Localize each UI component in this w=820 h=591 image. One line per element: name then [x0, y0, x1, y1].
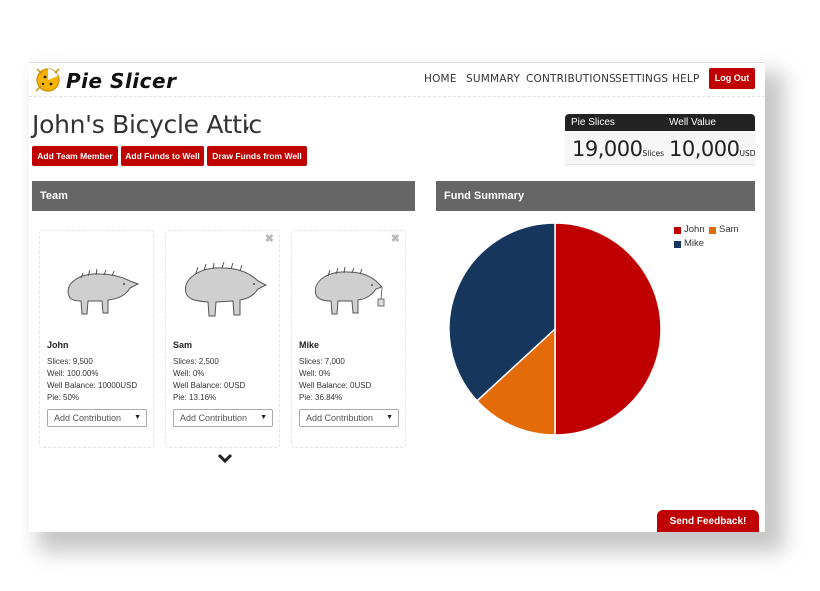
member-pie: Pie: 36.84% [299, 393, 343, 402]
company-title[interactable]: John's Bicycle Attic [32, 110, 262, 139]
add-contribution-select[interactable]: Add Contribution ▼ [173, 409, 273, 427]
add-funds-button[interactable]: Add Funds to Well [121, 146, 204, 166]
member-card: John Slices: 9,500 Well: 100.00% Well Ba… [39, 230, 154, 448]
top-navbar: Pie Slicer HOME SUMMARY CONTRIBUTIONS SE… [29, 63, 765, 97]
app-window: Pie Slicer HOME SUMMARY CONTRIBUTIONS SE… [29, 62, 765, 532]
add-contribution-select[interactable]: Add Contribution ▼ [299, 409, 399, 427]
well-value-stat: 10,000USD [669, 137, 756, 161]
member-well: Well: 0% [299, 369, 331, 378]
member-name: Sam [173, 340, 193, 350]
anteater-avatar-icon [314, 266, 385, 315]
add-team-member-button[interactable]: Add Team Member [32, 146, 118, 166]
nav-help[interactable]: HELP [672, 73, 700, 85]
well-value-value: 10,000 [669, 137, 740, 161]
well-value-label: Well Value [669, 117, 716, 128]
legend-swatch-sam [709, 227, 716, 234]
pie-slices-label: Pie Slices [571, 117, 615, 128]
member-card: ✖ Mike Slices: 7,000 Well: 0% Well Balan… [291, 230, 406, 448]
dropdown-arrow-icon: ▼ [386, 414, 393, 421]
member-balance: Well Balance: 10000USD [47, 381, 138, 390]
well-value-unit: USD [739, 149, 756, 158]
nav-contributions[interactable]: CONTRIBUTIONS [526, 73, 616, 85]
member-slices: Slices: 7,000 [299, 357, 345, 366]
member-pie: Pie: 13.16% [173, 393, 217, 402]
chevron-down-icon[interactable] [217, 453, 233, 465]
nav-home[interactable]: HOME [424, 73, 457, 85]
member-slices: Slices: 2,500 [173, 357, 219, 366]
pie-logo-icon[interactable] [33, 65, 63, 95]
logout-button[interactable]: Log Out [709, 68, 755, 89]
member-well: Well: 100.00% [47, 369, 99, 378]
member-slices: Slices: 9,500 [47, 357, 93, 366]
member-balance: Well Balance: 0USD [173, 381, 246, 390]
legend-swatch-john [674, 227, 681, 234]
anteater-avatar-icon [184, 261, 268, 317]
add-contribution-select[interactable]: Add Contribution ▼ [47, 409, 147, 427]
stats-header: Pie Slices Well Value [565, 114, 755, 131]
fund-summary-header: Fund Summary [436, 181, 755, 211]
nav-settings[interactable]: SETTINGS [615, 73, 668, 85]
stats-values: 19,000Slices 10,000USD [565, 131, 756, 165]
pie-slices-value: 19,000 [572, 137, 643, 161]
dropdown-arrow-icon: ▼ [260, 414, 267, 421]
draw-funds-button[interactable]: Draw Funds from Well [207, 146, 307, 166]
select-value: Add Contribution [306, 413, 374, 423]
select-value: Add Contribution [180, 413, 248, 423]
legend-label-mike: Mike [684, 238, 705, 249]
anteater-avatar-icon [67, 268, 140, 315]
member-pie: Pie: 50% [47, 393, 80, 402]
legend-swatch-mike [674, 241, 681, 248]
legend-label-john: John [684, 224, 705, 235]
pie-slices-unit: Slices [642, 149, 665, 158]
fund-pie-chart[interactable] [444, 218, 669, 443]
pie-slices-stat: 19,000Slices [572, 137, 664, 161]
member-balance: Well Balance: 0USD [299, 381, 372, 390]
nav-summary[interactable]: SUMMARY [466, 73, 520, 85]
legend-label-sam: Sam [719, 224, 739, 235]
member-name: Mike [299, 340, 320, 350]
member-well: Well: 0% [173, 369, 205, 378]
team-panel-header: Team [32, 181, 415, 211]
brand-name[interactable]: Pie Slicer [66, 69, 176, 93]
dropdown-arrow-icon: ▼ [134, 414, 141, 421]
select-value: Add Contribution [54, 413, 122, 423]
pie-slice-john[interactable] [554, 222, 662, 436]
member-name: John [47, 340, 69, 350]
caret-down-icon[interactable]: ▾ [245, 124, 249, 133]
member-card: ✖ Sam Slices: 2,500 Well: 0% Well Balanc… [165, 230, 280, 448]
send-feedback-button[interactable]: Send Feedback! [657, 510, 759, 532]
